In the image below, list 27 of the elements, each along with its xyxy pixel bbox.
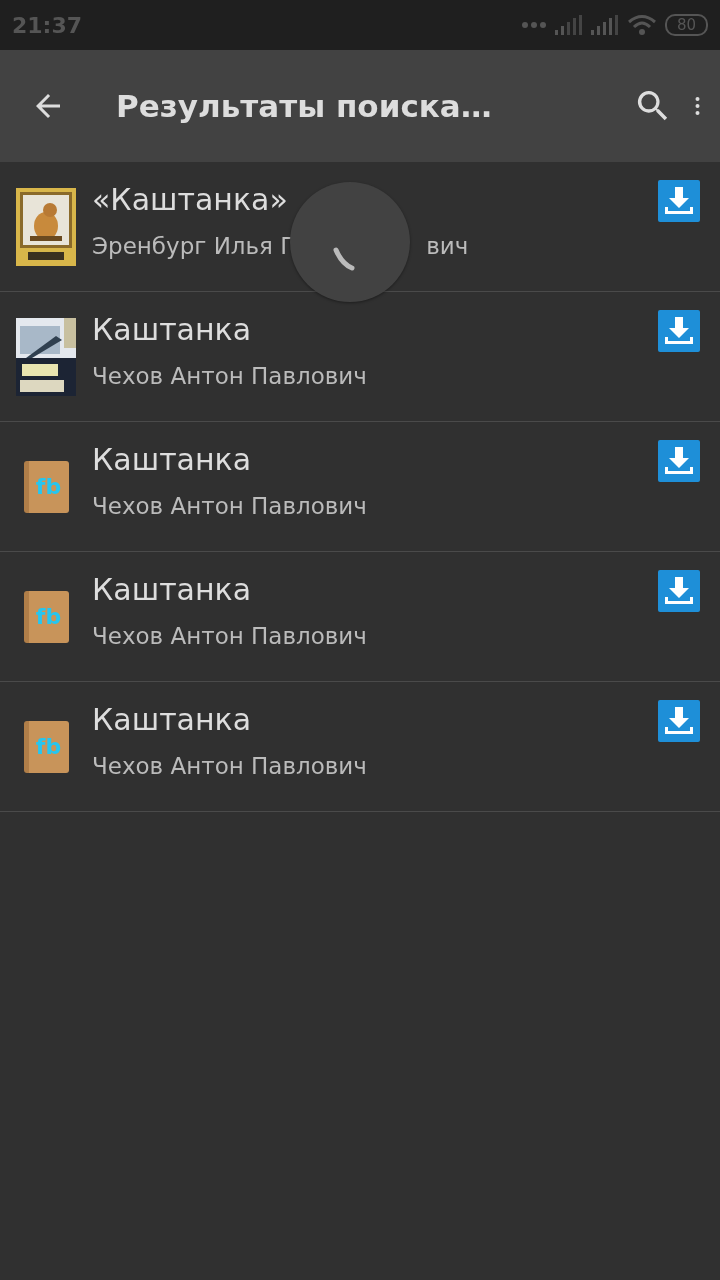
book-author: Чехов Антон Павлович <box>92 622 367 651</box>
signal-icon <box>554 15 583 35</box>
result-item[interactable]: fb Каштанка Чехов Антон Павлович <box>0 682 720 812</box>
book-title: Каштанка <box>92 311 253 349</box>
book-author: Чехов Антон Павлович <box>92 752 367 781</box>
book-icon: fb <box>23 590 69 643</box>
book-author: Чехов Антон Павлович <box>92 492 367 521</box>
result-item[interactable]: Каштанка Чехов Антон Павлович <box>0 292 720 422</box>
dots-icon <box>520 21 547 29</box>
book-icon: fb <box>23 460 69 513</box>
download-button[interactable] <box>658 310 700 352</box>
book-icon: fb <box>23 720 69 773</box>
book-title: «Каштанка» <box>92 181 289 219</box>
book-author: Чехов Антон Павлович <box>92 362 367 391</box>
book-title: Каштанка <box>92 441 253 479</box>
download-button[interactable] <box>658 440 700 482</box>
download-button[interactable] <box>658 180 700 222</box>
result-item[interactable]: fb Каштанка Чехов Антон Павлович <box>0 552 720 682</box>
result-item[interactable]: fb Каштанка Чехов Антон Павлович <box>0 422 720 552</box>
toolbar-title: Результаты поиска… <box>116 88 493 124</box>
signal-icon <box>590 15 619 35</box>
book-author: вич <box>426 232 469 261</box>
book-title: Каштанка <box>92 571 253 609</box>
download-button[interactable] <box>658 570 700 612</box>
wifi-icon <box>626 14 657 36</box>
download-button[interactable] <box>658 700 700 742</box>
book-title: Каштанка <box>92 701 253 739</box>
